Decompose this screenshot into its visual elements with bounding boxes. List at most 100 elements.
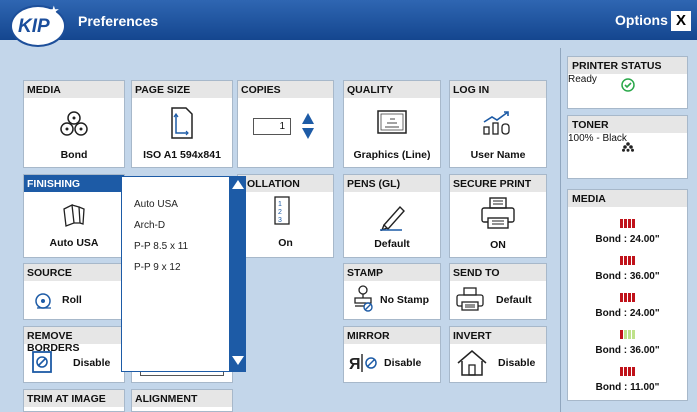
- media-roll-label: Bond : 36.00": [595, 345, 660, 356]
- pen-icon: [380, 205, 405, 231]
- collation-card[interactable]: OLLATION 1 2 3 On: [237, 174, 334, 258]
- printer-status-title: PRINTER STATUS: [568, 57, 687, 74]
- collate-pages-icon: 1 2 3: [274, 196, 290, 225]
- finishing-dropdown[interactable]: Auto USA Arch-D P-P 8.5 x 11 P-P 9 x 12: [121, 176, 246, 372]
- collation-card-value: On: [278, 237, 293, 249]
- page-size-icon: [171, 107, 193, 139]
- media-roll-label: Bond : 11.00": [595, 382, 660, 393]
- remove-borders-card-title: REMOVE BORDERS: [24, 327, 124, 354]
- kip-logo: KIP ★: [10, 3, 66, 47]
- roll-level-icon: [620, 326, 636, 344]
- scroll-up-icon[interactable]: [232, 180, 244, 189]
- dropdown-option[interactable]: P-P 9 x 12: [134, 262, 181, 273]
- alignment-card[interactable]: ALIGNMENT: [131, 389, 233, 412]
- log-in-card-value: User Name: [470, 149, 526, 161]
- pens-card-title: PENS (GL): [344, 175, 440, 192]
- user-stats-icon: [483, 111, 510, 135]
- media-card[interactable]: MEDIA Bond: [23, 80, 125, 168]
- remove-borders-card-value: Disable: [73, 357, 111, 369]
- copies-stepper-icon[interactable]: [301, 112, 315, 140]
- mirror-card[interactable]: MIRROR Я Disable: [343, 326, 441, 383]
- finishing-card-title: FINISHING: [24, 175, 124, 192]
- dropdown-scrollbar[interactable]: [229, 177, 245, 371]
- scroll-down-icon[interactable]: [232, 356, 244, 365]
- media-status-title: MEDIA: [568, 190, 687, 207]
- stamp-card[interactable]: STAMP No Stamp: [343, 263, 441, 320]
- finishing-card[interactable]: FINISHING Auto USA: [23, 174, 125, 258]
- invert-house-icon: [457, 350, 487, 376]
- toner-title: TONER: [568, 116, 687, 133]
- quality-card-title: QUALITY: [344, 81, 440, 98]
- printer-icon: [456, 287, 484, 311]
- roll-level-icon: [620, 363, 636, 381]
- media-roll-row: Bond : 11.00": [568, 363, 687, 393]
- secure-print-card-value: ON: [490, 239, 506, 251]
- pens-card-value: Default: [374, 238, 410, 250]
- media-roll-label: Bond : 24.00": [595, 308, 660, 319]
- stamp-card-value: No Stamp: [380, 294, 430, 306]
- dropdown-option[interactable]: Auto USA: [134, 199, 178, 210]
- graphics-quality-icon: [377, 110, 407, 134]
- svg-text:3: 3: [278, 217, 282, 224]
- svg-text:Я: Я: [349, 356, 361, 373]
- page-size-card-value: ISO A1 594x841: [143, 149, 221, 161]
- close-button[interactable]: X: [671, 11, 691, 31]
- toner-dots-icon: [622, 142, 634, 152]
- toner-card: TONER 100% - Black: [567, 115, 688, 179]
- mirror-icon: Я: [349, 354, 377, 373]
- invert-card-value: Disable: [498, 357, 536, 369]
- remove-borders-icon: [32, 351, 52, 373]
- invert-card-title: INVERT: [450, 327, 546, 344]
- media-roll-row: Bond : 36.00": [568, 326, 687, 356]
- mirror-card-value: Disable: [384, 357, 422, 369]
- trim-card-title: TRIM AT IMAGE: [24, 390, 124, 407]
- invert-card[interactable]: INVERT Disable: [449, 326, 547, 383]
- printer-icon: [481, 197, 515, 229]
- log-in-card-title: LOG IN: [450, 81, 546, 98]
- roll-level-icon: [620, 252, 636, 270]
- source-card[interactable]: SOURCE Roll: [23, 263, 125, 320]
- media-roll-row: Bond : 36.00": [568, 252, 687, 282]
- svg-text:1: 1: [278, 201, 282, 208]
- svg-text:2: 2: [278, 209, 282, 216]
- window-title: Preferences: [78, 13, 159, 29]
- pens-card[interactable]: PENS (GL) Default: [343, 174, 441, 258]
- folded-paper-icon: [63, 204, 85, 227]
- alignment-card-title: ALIGNMENT: [132, 390, 232, 407]
- stamp-icon: [354, 285, 373, 312]
- copies-card[interactable]: COPIES 1: [237, 80, 334, 168]
- printer-status-card: PRINTER STATUS Ready: [567, 56, 688, 109]
- page-size-card[interactable]: PAGE SIZE ISO A1 594x841: [131, 80, 233, 168]
- options-menu[interactable]: Options: [615, 12, 668, 28]
- paper-rolls-icon: [60, 111, 88, 136]
- stamp-card-title: STAMP: [344, 264, 440, 281]
- secure-print-card-title: SECURE PRINT: [450, 175, 546, 192]
- roll-level-icon: [620, 215, 636, 233]
- media-roll-row: Bond : 24.00": [568, 289, 687, 319]
- log-in-card[interactable]: LOG IN User Name: [449, 80, 547, 168]
- finishing-card-value: Auto USA: [49, 237, 99, 249]
- collation-card-title: OLLATION: [238, 175, 333, 192]
- copies-card-title: COPIES: [238, 81, 333, 98]
- ready-icon: [621, 78, 635, 92]
- media-roll-label: Bond : 36.00": [595, 271, 660, 282]
- logo-text: KIP: [18, 16, 50, 37]
- quality-card[interactable]: QUALITY Graphics (Line): [343, 80, 441, 168]
- page-size-card-title: PAGE SIZE: [132, 81, 232, 98]
- trim-card[interactable]: TRIM AT IMAGE: [23, 389, 125, 412]
- dropdown-option[interactable]: Arch-D: [134, 220, 165, 231]
- send-to-card[interactable]: SEND TO Default: [449, 263, 547, 320]
- media-card-value: Bond: [60, 149, 88, 161]
- media-card-title: MEDIA: [24, 81, 124, 98]
- secure-print-card[interactable]: SECURE PRINT ON: [449, 174, 547, 258]
- remove-borders-card[interactable]: REMOVE BORDERS Disable: [23, 326, 125, 383]
- media-status-card: MEDIA Bond : 24.00" Bond : 36.00" Bond : 2…: [567, 189, 688, 401]
- media-roll-label: Bond : 24.00": [595, 234, 660, 245]
- mirror-card-title: MIRROR: [344, 327, 440, 344]
- send-to-card-value: Default: [496, 294, 532, 306]
- roll-icon: [35, 293, 51, 309]
- dropdown-option[interactable]: P-P 8.5 x 11: [134, 241, 188, 252]
- roll-level-icon: [620, 289, 636, 307]
- source-card-title: SOURCE: [24, 264, 124, 281]
- copies-input[interactable]: 1: [253, 118, 291, 135]
